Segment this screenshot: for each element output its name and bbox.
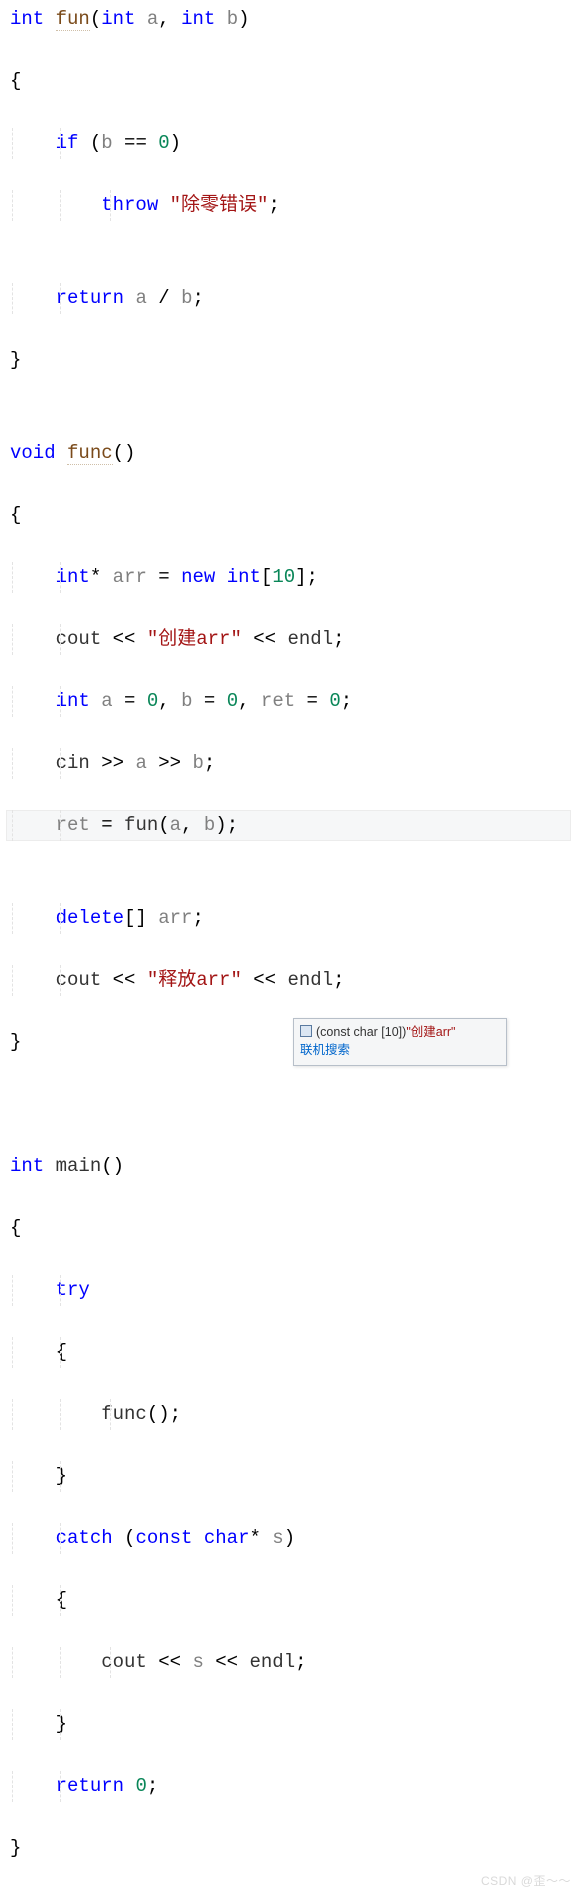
string-literal: "释放arr" (147, 969, 242, 991)
ident-cout: cout (101, 1651, 147, 1673)
num-0: 0 (135, 1775, 146, 1797)
keyword-int: int (10, 8, 44, 30)
ident-b: b (181, 690, 192, 712)
keyword-new: new (181, 566, 215, 588)
param-type: int (181, 8, 215, 30)
ident-cout: cout (56, 969, 102, 991)
ident-s: s (192, 1651, 203, 1673)
ident-a: a (135, 752, 146, 774)
ident-a: a (101, 690, 112, 712)
watermark: CSDN @歪～～ (481, 1866, 571, 1897)
ident-a: a (135, 287, 146, 309)
fn-main: main (56, 1155, 102, 1177)
ident-endl: endl (287, 628, 333, 650)
keyword-return: return (56, 1775, 124, 1797)
ident-b: b (204, 814, 215, 836)
keyword-int: int (10, 1155, 44, 1177)
keyword-catch: catch (56, 1527, 113, 1549)
param-type: int (101, 8, 135, 30)
num-0: 0 (147, 690, 158, 712)
string-literal: "除零错误" (170, 194, 269, 216)
ident-a: a (170, 814, 181, 836)
num-0: 0 (329, 690, 340, 712)
keyword-delete: delete (56, 907, 124, 929)
param-a: a (147, 8, 158, 30)
keyword-return: return (56, 287, 124, 309)
keyword-const: const (135, 1527, 192, 1549)
code-block: int fun(int a, int b) { if (b == 0) thro… (6, 4, 571, 1895)
num-10: 10 (272, 566, 295, 588)
ident-ret: ret (261, 690, 295, 712)
ident-arr: arr (113, 566, 147, 588)
num-0: 0 (227, 690, 238, 712)
tooltip-search-link[interactable]: 联机搜索 (300, 1043, 350, 1057)
ident-b: b (181, 287, 192, 309)
tooltip-value: "创建arr" (406, 1025, 455, 1039)
fn-func: func (67, 442, 113, 465)
call-func: func (101, 1403, 147, 1425)
call-fun: fun (124, 814, 158, 836)
ident-b: b (192, 752, 203, 774)
string-literal: "创建arr" (147, 628, 242, 650)
tooltip-type: (const char [10]) (316, 1025, 406, 1039)
ident-endl: endl (249, 1651, 295, 1673)
type-int: int (227, 566, 261, 588)
fn-fun: fun (56, 8, 90, 31)
type-char: char (204, 1527, 250, 1549)
ident-arr: arr (158, 907, 192, 929)
keyword-void: void (10, 442, 56, 464)
ident-b: b (101, 132, 112, 154)
hover-tooltip: (const char [10])"创建arr" 联机搜索 (293, 1018, 507, 1066)
op-div: / (158, 287, 169, 309)
ident-cout: cout (56, 628, 102, 650)
param-b: b (227, 8, 238, 30)
num-0: 0 (158, 132, 169, 154)
ident-endl: endl (287, 969, 333, 991)
struct-icon (300, 1025, 312, 1037)
ident-s: s (272, 1527, 283, 1549)
op-eq: == (124, 132, 147, 154)
